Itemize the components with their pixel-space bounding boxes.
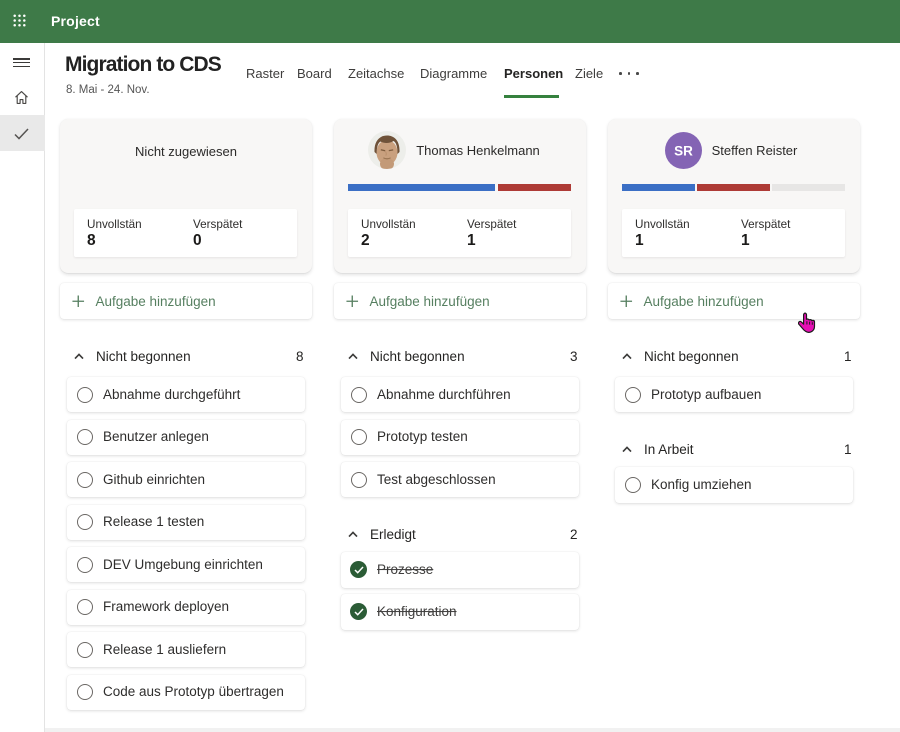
svg-text:SR: SR xyxy=(674,143,693,158)
